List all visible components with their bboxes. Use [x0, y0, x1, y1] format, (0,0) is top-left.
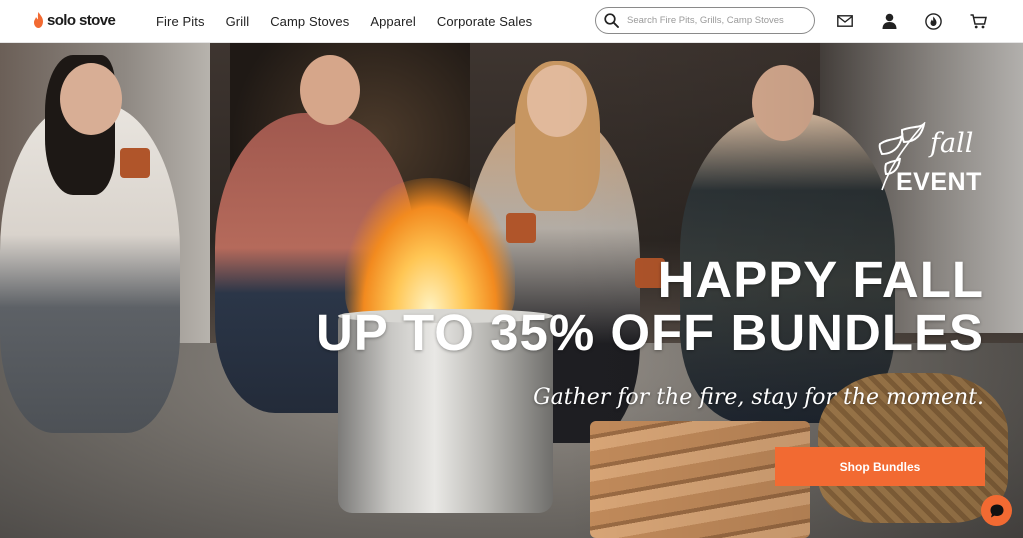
search-input[interactable]: [627, 15, 807, 26]
shop-bundles-button[interactable]: Shop Bundles: [775, 447, 985, 486]
search-box[interactable]: [595, 7, 815, 34]
hero-tagline: Gather for the fire, stay for the moment…: [533, 385, 984, 410]
nav-item-apparel[interactable]: Apparel: [370, 14, 416, 29]
badge-fall-text: fall: [930, 128, 974, 159]
fall-event-badge: fall EVENT: [872, 122, 987, 197]
nav-item-corporate-sales[interactable]: Corporate Sales: [437, 14, 532, 29]
main-nav: Fire Pits Grill Camp Stoves Apparel Corp…: [156, 0, 553, 43]
chat-bubble-icon[interactable]: [981, 495, 1012, 526]
hero-headline-line-1: HAPPY FALL: [657, 251, 984, 308]
flame-icon[interactable]: [924, 12, 942, 30]
hero-headline-line-2: UP TO 35% OFF BUNDLES: [315, 304, 984, 361]
nav-item-camp-stoves[interactable]: Camp Stoves: [270, 14, 349, 29]
mail-icon[interactable]: [836, 12, 854, 30]
account-icon[interactable]: [880, 12, 898, 30]
logo-text: solo stove: [47, 11, 116, 29]
nav-item-fire-pits[interactable]: Fire Pits: [156, 14, 205, 29]
solo-stove-logo[interactable]: solo stove: [33, 10, 116, 30]
flame-logo-icon: [34, 12, 43, 28]
nav-item-grill[interactable]: Grill: [226, 14, 250, 29]
badge-event-text: EVENT: [896, 168, 982, 196]
cart-icon[interactable]: [969, 12, 987, 30]
site-header: solo stove Fire Pits Grill Camp Stoves A…: [0, 0, 1023, 43]
search-icon[interactable]: [604, 13, 619, 28]
